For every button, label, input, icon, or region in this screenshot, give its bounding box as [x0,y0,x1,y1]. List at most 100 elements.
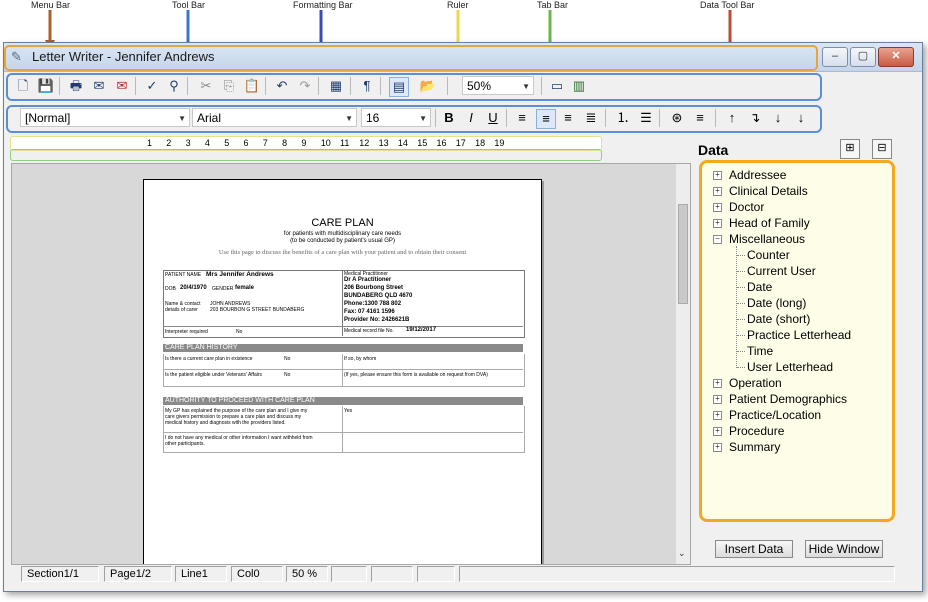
tree-child-item[interactable]: Practice Letterhead [737,328,851,342]
minimize-button[interactable]: – [822,47,848,67]
tree-item-label: Date (short) [747,312,811,326]
tree-category-item[interactable]: + Procedure [713,424,785,438]
expand-icon[interactable]: + [713,187,722,196]
tree-child-item[interactable]: Counter [737,248,790,262]
close-button[interactable]: ✕ [878,47,914,67]
dob-value: 20/4/1970 [180,285,207,291]
tab-bar-highlight[interactable] [10,149,602,161]
tree-child-item[interactable]: Date [737,280,773,294]
patient-name: Mrs Jennifer Andrews [206,271,274,278]
authority-header: AUTHORITY TO PROCEED WITH CARE PLAN [163,397,523,405]
mp-street: 206 Bourbong Street [344,285,404,291]
tree-connector [737,303,745,304]
tree-child-item[interactable]: Date (long) [737,296,807,310]
tree-item-label: Counter [747,248,790,262]
expand-icon[interactable]: + [713,171,722,180]
tree-child-item[interactable]: Time [737,344,774,358]
mp-record-label: Medical record file No. [344,328,394,334]
tree-category-item[interactable]: + Operation [713,376,782,390]
history-question-2b: (If yes, please ensure this form is avai… [344,372,488,378]
tree-item-label: Date [747,280,773,294]
expand-icon[interactable]: + [713,443,722,452]
tree-child-item[interactable]: User Letterhead [737,360,834,374]
tree-connector [737,271,745,272]
vertical-scrollbar[interactable]: ⌄ [676,164,690,564]
mp-phone: Phone:1300 788 802 [344,301,402,307]
tree-connector [737,255,745,256]
tree-item-label: Time [747,344,774,358]
expand-icon[interactable]: + [713,379,722,388]
tree-item-label: Practice/Location [729,408,822,422]
tree-item-label: Head of Family [729,216,810,230]
tree-category-item[interactable]: + Doctor [713,200,765,214]
doc-subtitle2: (to be conducted by patient's usual GP) [290,238,395,244]
tree-item-label: Current User [747,264,816,278]
tree-item-label: Date (long) [747,296,807,310]
scrollbar-thumb[interactable] [678,204,688,304]
insert-data-button[interactable]: Insert Data [715,540,793,558]
status-page: Page1/2 [104,566,172,582]
history-answer-1: No [284,356,291,362]
doc-title: CARE PLAN [311,217,374,229]
authority-yes: Yes [344,408,353,414]
dob-label: DOB [165,286,176,292]
form-line [163,326,342,327]
tree-item-label: Procedure [729,424,785,438]
letter-writer-window: ✎ Letter Writer - Jennifer Andrews – ▢ ✕… [3,42,923,592]
data-panel: Data ⊞ ⊟ + Addressee + Clinical Details + Doc… [696,139,918,569]
tree-item-label: Operation [729,376,782,390]
patient-name-label: PATIENT NAME [165,272,202,278]
collapse-icon[interactable]: − [713,235,722,244]
interpreter-value: No [236,329,243,335]
document-page[interactable]: CARE PLAN for patients with multidiscipl… [143,179,542,564]
tree-connector [737,351,745,352]
tree-item-label: Addressee [729,168,787,182]
tree-category-item[interactable]: + Practice/Location [713,408,822,422]
doc-subtitle3: Use this page to discuss the benefits of… [218,249,467,256]
tree-connector [737,287,745,288]
tree-connector [737,367,745,368]
expand-icon[interactable]: + [713,411,722,420]
tree-category-item[interactable]: + Patient Demographics [713,392,847,406]
formatting-bar-highlight [6,105,822,133]
tree-category-item[interactable]: − Miscellaneous [713,232,805,246]
tree-connector [736,246,737,368]
box-divider [342,354,343,386]
maximize-button[interactable]: ▢ [850,47,876,67]
form-line [163,432,523,433]
tree-category-item[interactable]: + Summary [713,440,780,454]
status-zoom: 50 % [286,566,328,582]
tree-child-item[interactable]: Current User [737,264,816,278]
box-divider [342,406,343,452]
status-empty-3 [417,566,455,582]
hide-window-button[interactable]: Hide Window [805,540,883,558]
collapse-all-icon[interactable]: ⊟ [872,139,892,159]
tree-category-item[interactable]: + Clinical Details [713,184,808,198]
expand-icon[interactable]: + [713,427,722,436]
tree-item-label: Clinical Details [729,184,808,198]
expand-icon[interactable]: + [713,219,722,228]
status-bar: Section1/1 Page1/2 Line1 Col0 50 % [4,563,922,587]
data-tree: + Addressee + Clinical Details + Doctor + Head … [699,160,895,522]
tree-item-label: User Letterhead [747,360,834,374]
tree-child-item[interactable]: Date (short) [737,312,811,326]
tree-connector [737,335,745,336]
status-empty-4 [459,566,895,582]
status-col: Col0 [231,566,283,582]
document-area[interactable]: CARE PLAN for patients with multidiscipl… [11,163,691,565]
tree-category-item[interactable]: + Addressee [713,168,787,182]
chevron-down-icon[interactable]: ⌄ [678,548,686,559]
history-question-1b: If so, by whom [344,356,377,362]
status-empty-1 [331,566,367,582]
mp-name: Dr A Practitioner [344,277,392,283]
expand-all-icon[interactable]: ⊞ [840,139,860,159]
tree-connector [737,319,745,320]
contact-address: 203 BOURBON G STREET BUNDABERG [210,307,305,313]
tree-category-item[interactable]: + Head of Family [713,216,810,230]
expand-icon[interactable]: + [713,203,722,212]
expand-icon[interactable]: + [713,395,722,404]
data-panel-title: Data [698,142,729,158]
authority-line-5: other participants. [165,441,205,447]
tree-item-label: Doctor [729,200,765,214]
mp-fax: Fax: 07 4161 1596 [344,309,395,315]
